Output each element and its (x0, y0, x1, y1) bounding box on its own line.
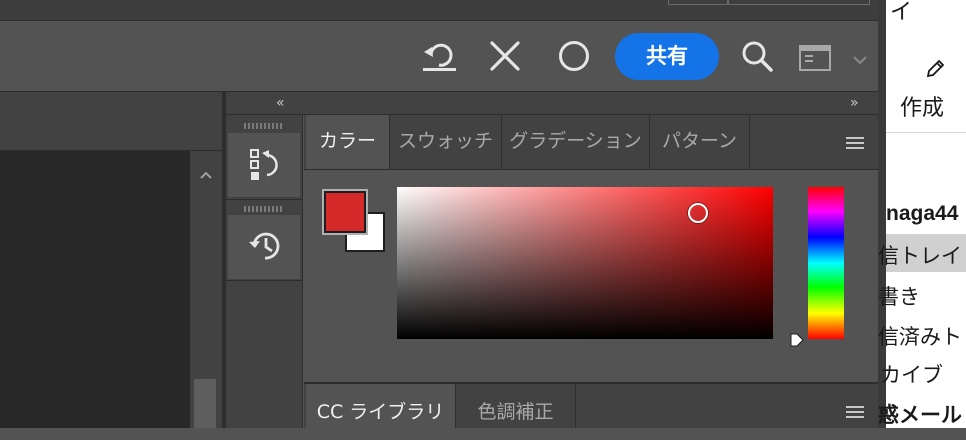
x-close-icon[interactable] (488, 39, 522, 73)
document-canvas (0, 151, 190, 428)
hue-slider-handle[interactable] (790, 332, 804, 347)
compose-label: 作成 (900, 95, 945, 120)
circle-icon[interactable] (556, 38, 592, 74)
folder-archive[interactable]: カイブ (880, 359, 943, 389)
panel-dock-header: « » (226, 92, 878, 115)
undo-arrow-icon[interactable] (420, 37, 460, 73)
tab-color[interactable]: カラー (306, 115, 390, 169)
library-panel-menu-icon[interactable] (846, 406, 866, 420)
mini-divider-2 (226, 280, 302, 281)
folder-drafts[interactable]: 書き (878, 281, 920, 311)
grip-2[interactable] (244, 206, 284, 212)
color-picker-field[interactable] (397, 187, 773, 339)
history-clock-icon (246, 227, 284, 265)
document-tab-strip (0, 92, 222, 151)
history-states-icon (246, 147, 282, 183)
mail-window: イ 作成 naga44 信トレイ 書き 信済みトレ カイブ 惑メール (7 (878, 0, 966, 428)
compose-button[interactable]: 作成 (896, 56, 966, 122)
folder-inbox-label: 信トレイ (878, 245, 962, 268)
mini-divider (226, 199, 302, 200)
history-button[interactable] (228, 215, 300, 279)
pencil-icon (924, 58, 946, 80)
panel-menu-icon[interactable] (846, 137, 866, 151)
search-magnifier-icon[interactable] (740, 39, 774, 73)
chevron-down-icon[interactable] (852, 51, 868, 65)
hue-slider[interactable] (808, 187, 844, 339)
color-picker-cursor[interactable] (688, 203, 708, 223)
collapse-left-icon[interactable]: « (276, 92, 285, 114)
mail-divider (886, 132, 966, 133)
library-panel: CC ライブラリ 色調補正 (304, 384, 878, 428)
vertical-scrollbar[interactable] (190, 151, 222, 428)
scrollbar-thumb[interactable] (194, 379, 216, 428)
workspace-panel-icon[interactable] (798, 44, 834, 72)
folder-sent[interactable]: 信済みトレ (878, 321, 966, 351)
history-states-button[interactable] (228, 133, 300, 197)
folder-inbox[interactable]: 信トレイ (878, 234, 966, 272)
tab-adjustments[interactable]: 色調補正 (456, 384, 576, 428)
mail-top-fragment: イ (890, 0, 913, 24)
mini-panel-column (226, 115, 303, 428)
color-panel: カラー スウォッチ グラデーション パターン (304, 115, 878, 384)
share-button-label: 共有 (646, 44, 688, 68)
tab-gradients[interactable]: グラデーション (502, 115, 650, 169)
options-bar: 共有 (0, 20, 878, 92)
title-strip-tab-2[interactable] (728, 0, 870, 5)
tab-cc-libraries[interactable]: CC ライブラリ (306, 384, 456, 428)
collapse-right-icon[interactable]: » (850, 92, 859, 114)
foreground-color-swatch[interactable] (322, 189, 368, 235)
tab-patterns[interactable]: パターン (650, 115, 750, 169)
folder-junk[interactable]: 惑メール (7 (878, 399, 966, 429)
title-strip-tab-1[interactable] (668, 0, 728, 5)
scroll-up-arrow-icon[interactable] (199, 165, 213, 179)
mail-account-label[interactable]: naga44 (886, 202, 958, 226)
tab-swatches[interactable]: スウォッチ (390, 115, 502, 169)
grip-1[interactable] (244, 123, 284, 129)
color-panel-tabbar: カラー スウォッチ グラデーション パターン (304, 115, 878, 170)
share-button[interactable]: 共有 (615, 33, 719, 80)
